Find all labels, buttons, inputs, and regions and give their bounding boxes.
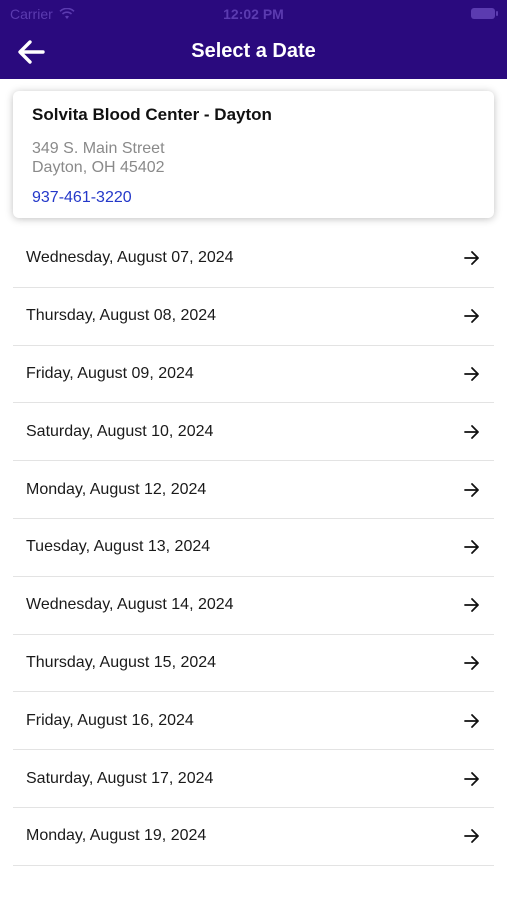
arrow-right-icon bbox=[464, 829, 479, 844]
header-bar: Carrier 12:02 PM Select a Date bbox=[0, 0, 507, 79]
status-time: 12:02 PM bbox=[223, 6, 284, 22]
address-line-2: Dayton, OH 45402 bbox=[32, 159, 165, 176]
date-label: Thursday, August 15, 2024 bbox=[26, 653, 217, 671]
date-label: Tuesday, August 13, 2024 bbox=[26, 538, 211, 556]
date-list: Wednesday, August 07, 2024 Thursday, Aug… bbox=[13, 230, 494, 866]
date-row[interactable]: Friday, August 09, 2024 bbox=[13, 346, 494, 404]
date-row[interactable]: Saturday, August 17, 2024 bbox=[13, 750, 494, 808]
center-address: 349 S. Main Street Dayton, OH 45402 bbox=[32, 139, 475, 177]
center-name: Solvita Blood Center - Dayton bbox=[32, 105, 272, 124]
date-label: Friday, August 16, 2024 bbox=[26, 711, 194, 729]
date-row[interactable]: Wednesday, August 14, 2024 bbox=[13, 577, 494, 635]
arrow-right-icon bbox=[464, 251, 479, 266]
address-line-1: 349 S. Main Street bbox=[32, 140, 165, 157]
arrow-right-icon bbox=[464, 540, 479, 555]
arrow-right-icon bbox=[464, 367, 479, 381]
arrow-right-icon bbox=[464, 771, 479, 786]
donation-center-card: Solvita Blood Center - Dayton 349 S. Mai… bbox=[13, 91, 494, 218]
center-phone-link[interactable]: 937-461-3220 bbox=[32, 189, 132, 207]
arrow-right-icon bbox=[464, 309, 479, 324]
date-row[interactable]: Wednesday, August 07, 2024 bbox=[13, 230, 494, 288]
date-label: Friday, August 09, 2024 bbox=[26, 364, 194, 382]
date-label: Saturday, August 17, 2024 bbox=[26, 769, 214, 787]
arrow-right-icon bbox=[464, 656, 479, 670]
date-label: Thursday, August 08, 2024 bbox=[26, 307, 217, 325]
date-row[interactable]: Saturday, August 10, 2024 bbox=[13, 403, 494, 462]
date-label: Saturday, August 10, 2024 bbox=[26, 422, 214, 440]
date-row[interactable]: Thursday, August 15, 2024 bbox=[13, 635, 494, 693]
page-title: Select a Date bbox=[191, 40, 316, 62]
date-label: Monday, August 19, 2024 bbox=[26, 827, 207, 845]
date-row[interactable]: Friday, August 16, 2024 bbox=[13, 692, 494, 751]
arrow-right-icon bbox=[464, 482, 479, 497]
date-label: Wednesday, August 14, 2024 bbox=[26, 596, 234, 614]
arrow-right-icon bbox=[464, 424, 479, 439]
battery-icon bbox=[471, 8, 498, 19]
date-label: Wednesday, August 07, 2024 bbox=[26, 249, 234, 267]
date-label: Monday, August 12, 2024 bbox=[26, 480, 207, 498]
date-row[interactable]: Thursday, August 08, 2024 bbox=[13, 288, 494, 346]
status-bar: Carrier 12:02 PM bbox=[0, 0, 507, 28]
arrow-right-icon bbox=[464, 713, 479, 728]
date-row[interactable]: Tuesday, August 13, 2024 bbox=[13, 519, 494, 577]
arrow-right-icon bbox=[464, 598, 479, 613]
date-row[interactable]: Monday, August 19, 2024 bbox=[13, 808, 494, 866]
date-row[interactable]: Monday, August 12, 2024 bbox=[13, 461, 494, 519]
